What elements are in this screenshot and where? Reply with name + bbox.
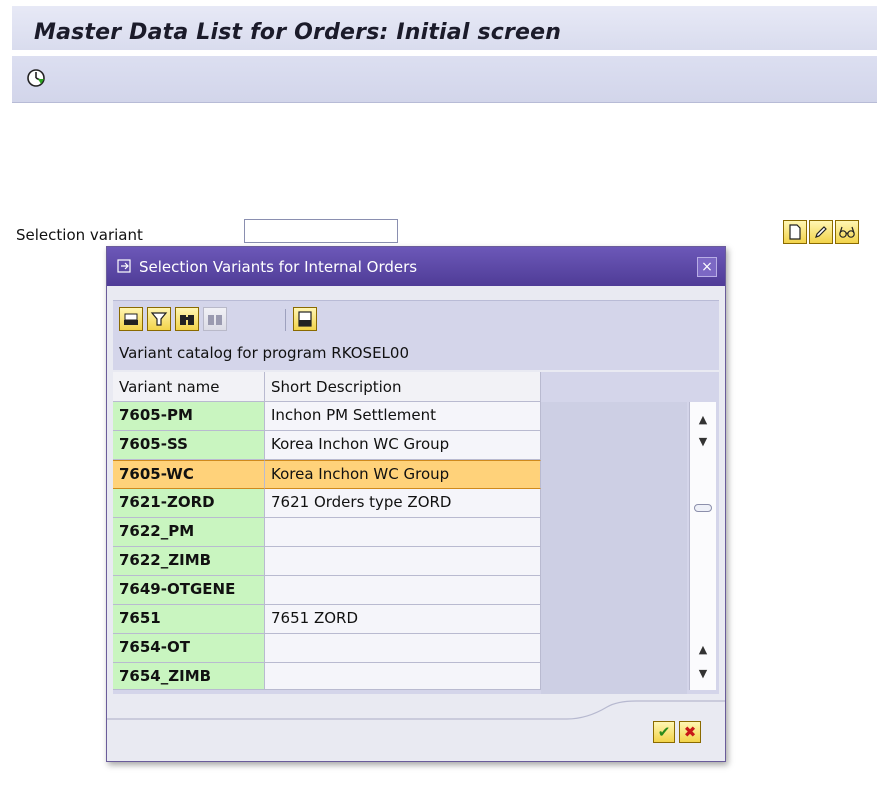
column-header-short-description[interactable]: Short Description <box>265 372 541 402</box>
scrollbar-thumb[interactable] <box>694 504 712 512</box>
variant-name-cell[interactable]: 7605-PM <box>113 402 265 431</box>
catalog-text: Variant catalog for program RKOSEL00 <box>119 344 409 362</box>
application-toolbar <box>12 56 877 103</box>
short-description-cell[interactable] <box>265 663 541 690</box>
dialog-close-button[interactable]: × <box>697 257 717 277</box>
selection-variants-dialog: Selection Variants for Internal Orders ×… <box>106 246 726 762</box>
short-description-cell[interactable] <box>265 634 541 663</box>
variant-name-cell[interactable]: 7654_ZIMB <box>113 663 265 690</box>
variant-name-cell[interactable]: 7605-WC <box>113 460 265 489</box>
selection-variant-input[interactable] <box>244 219 398 243</box>
short-description-cell[interactable] <box>265 576 541 605</box>
short-description-cell[interactable]: 7621 Orders type ZORD <box>265 489 541 518</box>
cancel-button[interactable]: ✖ <box>679 721 701 743</box>
new-document-icon[interactable] <box>783 220 807 244</box>
table-row[interactable]: 7621-ZORD 7621 Orders type ZORD <box>113 489 541 518</box>
glasses-display-icon[interactable] <box>835 220 859 244</box>
dialog-footer: ✔ ✖ <box>107 699 725 761</box>
table-row[interactable]: 7622_ZIMB <box>113 547 541 576</box>
short-description-cell[interactable] <box>265 547 541 576</box>
table-row[interactable]: 7651 7651 ZORD <box>113 605 541 634</box>
table-row[interactable]: 7622_PM <box>113 518 541 547</box>
footer-divider <box>107 700 725 720</box>
pencil-edit-icon[interactable] <box>809 220 833 244</box>
table-row[interactable]: 7654-OT <box>113 634 541 663</box>
dialog-toolbar <box>113 300 719 337</box>
scroll-up-icon[interactable]: ▲ <box>690 408 716 432</box>
variant-tools <box>783 220 859 244</box>
table-row[interactable]: 7605-SS Korea Inchon WC Group <box>113 431 541 460</box>
title-bar: Master Data List for Orders: Initial scr… <box>12 6 877 50</box>
dialog-title: Selection Variants for Internal Orders <box>139 258 418 276</box>
find-icon[interactable] <box>175 307 199 331</box>
find-next-icon <box>203 307 227 331</box>
variant-name-cell[interactable]: 7651 <box>113 605 265 634</box>
print-list-icon[interactable] <box>293 307 317 331</box>
scroll-page-up-icon[interactable]: ▲ <box>690 638 716 662</box>
clock-execute-icon[interactable] <box>26 68 46 88</box>
variant-name-cell[interactable]: 7605-SS <box>113 431 265 460</box>
variant-table: Variant name Short Description 7605-PM I… <box>113 372 719 694</box>
table-row[interactable]: 7649-OTGENE <box>113 576 541 605</box>
table-row[interactable]: 7605-PM Inchon PM Settlement <box>113 402 541 431</box>
variant-name-cell[interactable]: 7649-OTGENE <box>113 576 265 605</box>
column-header-variant-name[interactable]: Variant name <box>113 372 265 402</box>
toolbar-separator <box>285 309 286 331</box>
short-description-cell[interactable] <box>265 518 541 547</box>
dialog-window-icon <box>117 259 131 273</box>
printer-icon[interactable] <box>119 307 143 331</box>
table-row[interactable]: 7654_ZIMB <box>113 663 541 690</box>
filter-icon[interactable] <box>147 307 171 331</box>
variant-catalog-header: Variant catalog for program RKOSEL00 <box>113 336 719 370</box>
variant-name-cell[interactable]: 7654-OT <box>113 634 265 663</box>
scroll-down-icon[interactable]: ▼ <box>690 430 716 454</box>
short-description-cell[interactable]: Inchon PM Settlement <box>265 402 541 431</box>
page-title: Master Data List for Orders: Initial scr… <box>34 20 562 45</box>
variant-name-cell[interactable]: 7622_ZIMB <box>113 547 265 576</box>
selection-variant-label: Selection variant <box>16 226 143 244</box>
table-empty-area <box>541 402 687 694</box>
short-description-cell[interactable]: Korea Inchon WC Group <box>265 431 541 460</box>
variant-name-cell[interactable]: 7621-ZORD <box>113 489 265 518</box>
variant-name-cell[interactable]: 7622_PM <box>113 518 265 547</box>
scroll-page-down-icon[interactable]: ▼ <box>690 662 716 686</box>
short-description-cell[interactable]: Korea Inchon WC Group <box>265 460 541 489</box>
vertical-scrollbar[interactable]: ▲ ▼ ▲ ▼ <box>689 402 716 690</box>
table-row-selected[interactable]: 7605-WC Korea Inchon WC Group <box>113 460 541 489</box>
dialog-title-bar[interactable]: Selection Variants for Internal Orders × <box>107 247 725 286</box>
confirm-button[interactable]: ✔ <box>653 721 675 743</box>
short-description-cell[interactable]: 7651 ZORD <box>265 605 541 634</box>
